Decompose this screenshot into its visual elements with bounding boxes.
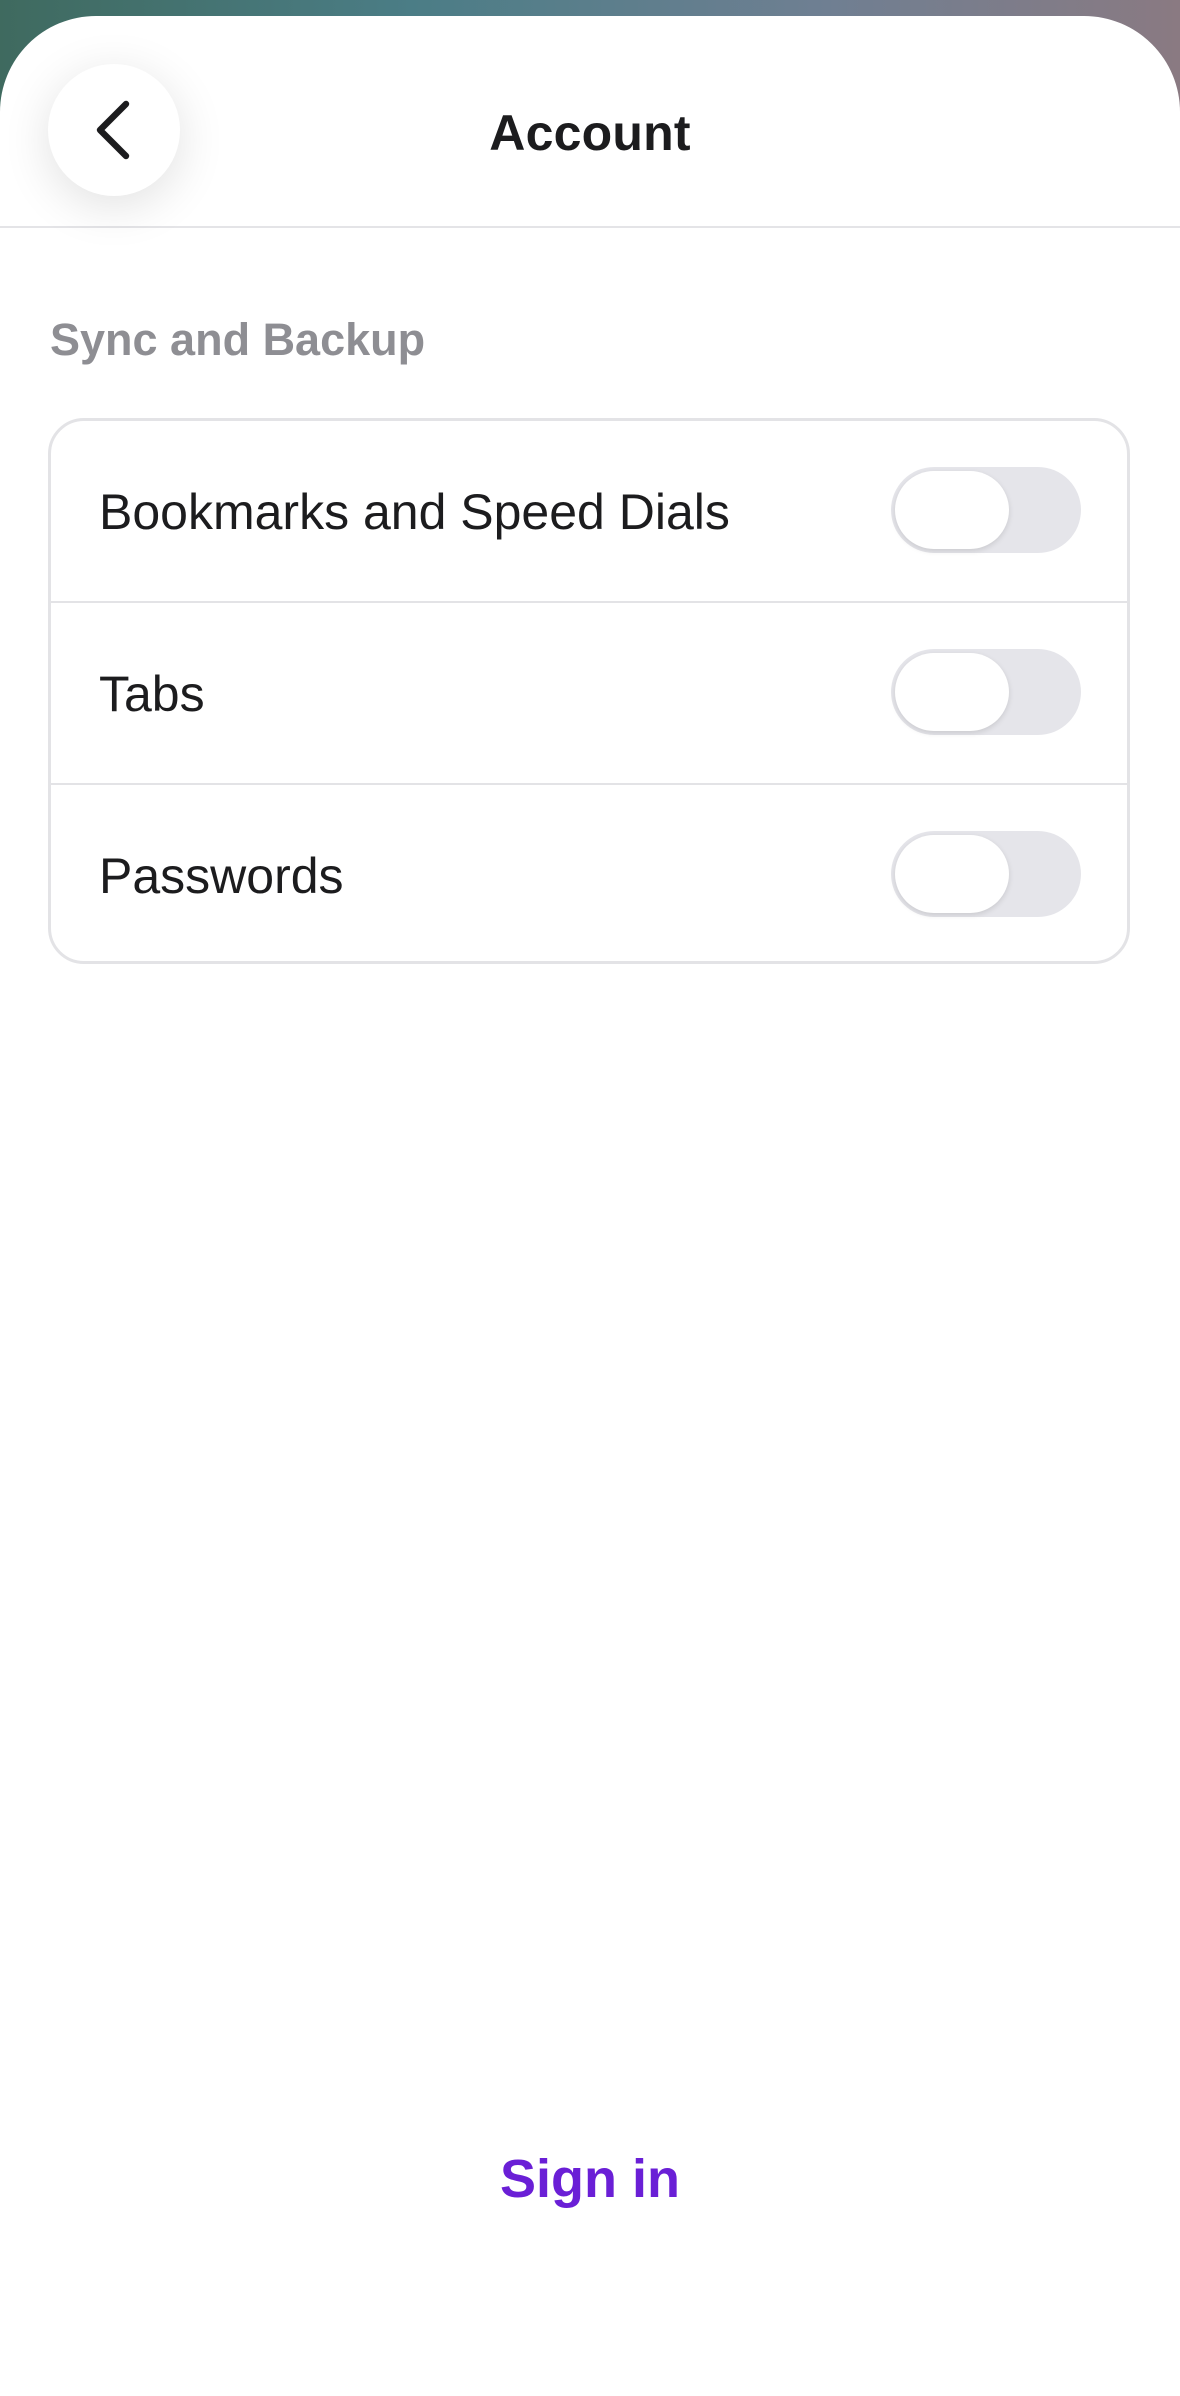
sync-settings-list: Bookmarks and Speed Dials Tabs Passwords bbox=[48, 418, 1130, 964]
account-settings-sheet: Account Sync and Backup Bookmarks and Sp… bbox=[0, 16, 1180, 2396]
section-header-sync-backup: Sync and Backup bbox=[50, 314, 426, 365]
toggle-knob bbox=[895, 471, 1009, 549]
page-title: Account bbox=[489, 105, 691, 161]
setting-row-passwords: Passwords bbox=[51, 785, 1127, 961]
bookmarks-toggle[interactable] bbox=[891, 467, 1081, 553]
setting-row-bookmarks: Bookmarks and Speed Dials bbox=[51, 421, 1127, 603]
setting-label-tabs: Tabs bbox=[99, 666, 205, 722]
toggle-knob bbox=[895, 835, 1009, 913]
passwords-toggle[interactable] bbox=[891, 831, 1081, 917]
navigation-bar: Account bbox=[0, 16, 1180, 228]
sign-in-button[interactable]: Sign in bbox=[0, 2148, 1180, 2210]
setting-label-passwords: Passwords bbox=[99, 848, 344, 904]
setting-row-tabs: Tabs bbox=[51, 603, 1127, 785]
toggle-knob bbox=[895, 653, 1009, 731]
tabs-toggle[interactable] bbox=[891, 649, 1081, 735]
setting-label-bookmarks: Bookmarks and Speed Dials bbox=[99, 484, 730, 540]
